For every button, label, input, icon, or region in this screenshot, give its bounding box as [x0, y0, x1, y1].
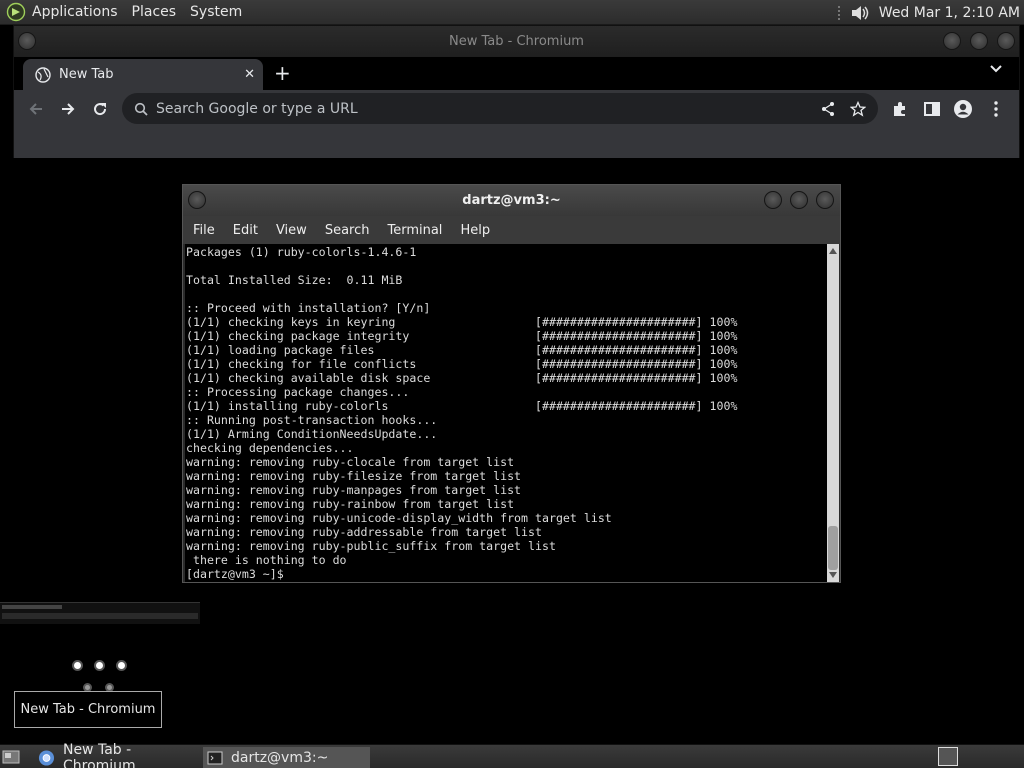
terminal-line: there is nothing to do	[186, 553, 347, 567]
menu-places[interactable]: Places	[132, 4, 177, 20]
terminal-line: Total Installed Size: 0.11 MiB	[186, 273, 403, 287]
menu-applications[interactable]: Applications	[32, 4, 118, 20]
terminal-line: warning: removing ruby-manpages from tar…	[186, 483, 522, 497]
show-desktop-icon[interactable]	[2, 748, 20, 766]
terminal-window-menu-button[interactable]	[188, 191, 206, 209]
tab-close-icon[interactable]: ✕	[244, 67, 255, 82]
terminal-titlebar[interactable]: dartz@vm3:~	[183, 185, 840, 216]
terminal-icon	[207, 751, 223, 764]
tab-strip: New Tab ✕ +	[14, 57, 1019, 90]
terminal-line: (1/1) checking keys in keyring [########…	[186, 315, 738, 329]
terminal-menubar: File Edit View Search Terminal Help	[183, 216, 840, 244]
scrollbar-thumb[interactable]	[828, 526, 838, 570]
terminal-line: warning: removing ruby-rainbow from targ…	[186, 497, 515, 511]
chromium-window: New Tab - Chromium New Tab ✕ +	[13, 25, 1020, 158]
terminal-line: (1/1) checking available disk space [###…	[186, 371, 738, 385]
bookmarks-strip	[14, 127, 1019, 158]
search-icon	[134, 102, 148, 116]
terminal-line: warning: removing ruby-clocale from targ…	[186, 455, 515, 469]
terminal-line: warning: removing ruby-unicode-display_w…	[186, 511, 612, 525]
taskbar-tooltip: New Tab - Chromium	[14, 691, 162, 728]
terminal-line: :: Running post-transaction hooks...	[186, 413, 438, 427]
volume-icon[interactable]	[849, 3, 871, 23]
terminal-line: :: Processing package changes...	[186, 385, 410, 399]
window-thumbnail-preview	[0, 602, 200, 624]
distro-logo-icon[interactable]	[6, 2, 26, 22]
terminal-line: warning: removing ruby-addressable from …	[186, 525, 542, 539]
minimize-button[interactable]	[943, 32, 961, 50]
close-button[interactable]	[997, 32, 1015, 50]
terminal-maximize-button[interactable]	[790, 191, 808, 209]
terminal-line: (1/1) Arming ConditionNeedsUpdate...	[186, 427, 438, 441]
top-panel: Applications Places System Wed Mar 1, 2:…	[0, 0, 1024, 25]
terminal-output[interactable]: Packages (1) ruby-colorls-1.4.6-1 Total I…	[185, 244, 828, 582]
maximize-button[interactable]	[970, 32, 988, 50]
scroll-down-arrow-icon[interactable]	[829, 572, 837, 578]
tab-title: New Tab	[59, 67, 114, 82]
share-icon[interactable]	[820, 101, 836, 117]
terminal-menu-terminal[interactable]: Terminal	[387, 223, 442, 238]
taskbar-item-terminal[interactable]: dartz@vm3:~	[203, 747, 370, 768]
tab-search-chevron-icon[interactable]	[989, 62, 1003, 76]
side-panel-icon[interactable]	[922, 99, 942, 119]
chromium-toolbar	[14, 90, 1019, 127]
terminal-line: (1/1) loading package files [###########…	[186, 343, 738, 357]
profile-avatar-icon[interactable]	[953, 99, 973, 119]
forward-arrow-icon[interactable]	[58, 99, 78, 119]
clock[interactable]: Wed Mar 1, 2:10 AM	[879, 5, 1020, 21]
terminal-line: warning: removing ruby-filesize from tar…	[186, 469, 522, 483]
terminal-scrollbar[interactable]	[827, 244, 839, 582]
terminal-close-button[interactable]	[816, 191, 834, 209]
terminal-menu-search[interactable]: Search	[325, 223, 370, 238]
terminal-line: (1/1) checking package integrity [######…	[186, 329, 738, 343]
bottom-taskbar: New Tab - Chromium dartz@vm3:~	[0, 742, 1024, 768]
terminal-menu-help[interactable]: Help	[460, 223, 490, 238]
terminal-line: warning: removing ruby-public_suffix fro…	[186, 539, 556, 553]
terminal-window: dartz@vm3:~ File Edit View Search Termin…	[182, 184, 841, 583]
extensions-puzzle-icon[interactable]	[890, 99, 910, 119]
terminal-menu-view[interactable]: View	[276, 223, 307, 238]
terminal-menu-file[interactable]: File	[193, 223, 215, 238]
terminal-line: checking dependencies...	[186, 441, 354, 455]
reload-icon[interactable]	[90, 99, 110, 119]
omnibox[interactable]	[122, 93, 878, 124]
scroll-up-arrow-icon[interactable]	[829, 248, 837, 254]
terminal-minimize-button[interactable]	[764, 191, 782, 209]
window-menu-button[interactable]	[18, 32, 36, 50]
chromium-icon	[38, 749, 55, 766]
terminal-window-title: dartz@vm3:~	[462, 193, 561, 208]
terminal-line: (1/1) checking for file conflicts [#####…	[186, 357, 738, 371]
new-tab-plus-icon[interactable]: +	[274, 61, 291, 85]
tab-new-tab[interactable]: New Tab ✕	[23, 59, 263, 90]
taskbar-item-chromium[interactable]: New Tab - Chromium	[34, 742, 200, 768]
terminal-line: (1/1) installing ruby-colorls [#########…	[186, 399, 738, 413]
chromium-titlebar[interactable]: New Tab - Chromium	[14, 26, 1019, 57]
terminal-line: Packages (1) ruby-colorls-1.4.6-1	[186, 245, 417, 259]
taskbar-item-label: dartz@vm3:~	[231, 749, 329, 766]
panel-separator-handle[interactable]	[837, 4, 841, 22]
taskbar-item-label: New Tab - Chromium	[62, 741, 136, 768]
terminal-menu-edit[interactable]: Edit	[233, 223, 258, 238]
menu-system[interactable]: System	[190, 4, 242, 20]
terminal-line: [dartz@vm3 ~]$	[186, 567, 291, 581]
workspace-switcher[interactable]	[938, 747, 958, 766]
bookmark-star-icon[interactable]	[850, 100, 866, 117]
back-arrow-icon[interactable]	[26, 99, 46, 119]
globe-icon	[35, 66, 51, 83]
terminal-line: :: Proceed with installation? [Y/n]	[186, 301, 431, 315]
more-menu-kebab-icon[interactable]	[986, 99, 1006, 119]
chromium-window-title: New Tab - Chromium	[449, 34, 584, 49]
omnibox-input[interactable]	[156, 100, 796, 117]
